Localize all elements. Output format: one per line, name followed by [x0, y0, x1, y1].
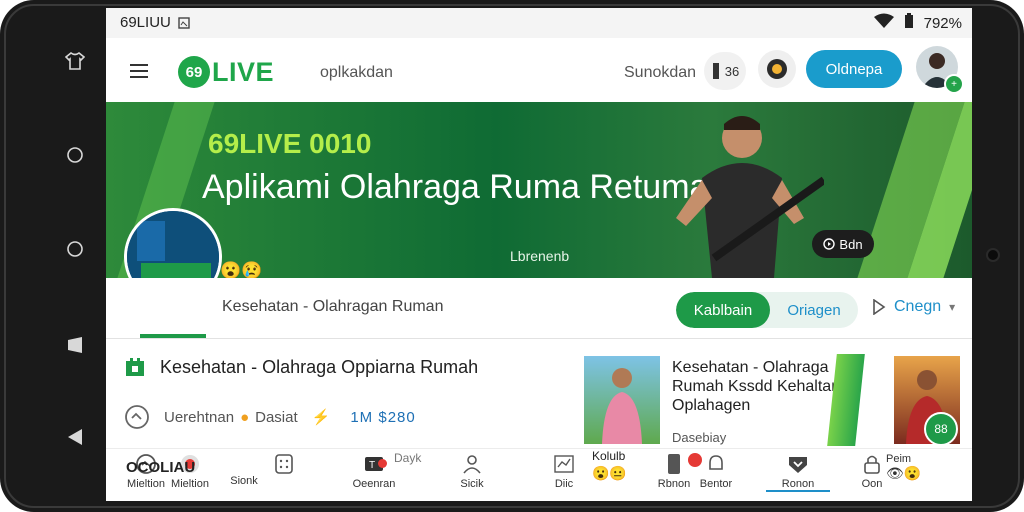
play-circle-icon — [823, 238, 836, 250]
search-link[interactable]: Sunokdan — [624, 64, 696, 82]
notification-dot — [378, 459, 387, 468]
video-card-2[interactable]: 88 — [894, 354, 964, 452]
square-icon[interactable] — [64, 334, 86, 356]
bottom-nav-label: Oeenran — [352, 478, 396, 490]
banner-kicker: 69LIVE 0010 — [208, 128, 372, 159]
tab-active[interactable]: Kablbain — [676, 292, 770, 328]
play-icon — [873, 299, 886, 315]
bottom-nav-label: Oon — [861, 478, 883, 490]
video-thumbnail — [584, 356, 660, 444]
app-screen: 69LIUU 792% 69 LIVE oplkakdan Sunokdan 3… — [106, 8, 972, 501]
channel-tabs: Kablbain Oriagen — [676, 292, 858, 328]
front-camera — [986, 248, 1000, 262]
bottom-nav: Mieltion Mieltion OCOLIAU Sionk T Oeenra… — [106, 448, 972, 501]
gift-icon — [767, 59, 787, 79]
bottom-left-label: OCOLIAU — [126, 459, 196, 476]
emoji-pair: 😮😐 — [592, 465, 627, 481]
coin-counter[interactable]: 36 — [704, 52, 746, 90]
status-time: 69LIUU — [120, 14, 171, 31]
card-badge: 88 — [924, 412, 958, 446]
shirt-icon[interactable] — [64, 50, 86, 72]
android-side-nav — [48, 40, 106, 480]
hero-banner[interactable]: 69LIVE 0010 Aplikami Olahraga Ruma Retum… — [106, 102, 972, 278]
bell-icon — [709, 455, 723, 470]
bike-icon: ⚡ — [311, 409, 331, 426]
bottom-nav-item[interactable]: Peim 👁😮 — [886, 453, 950, 482]
phone-frame: 69LIUU 792% 69 LIVE oplkakdan Sunokdan 3… — [0, 0, 1024, 512]
athlete-image — [676, 116, 824, 278]
logo-text: LIVE — [212, 56, 275, 87]
video-card[interactable]: Kesehatan - Olahraga Rumah Kssdd Kehalta… — [584, 354, 865, 452]
phone-icon — [668, 454, 680, 474]
banner-title: Aplikami Olahraga Ruma Retumal — [202, 168, 716, 206]
bottom-nav-item-active[interactable]: Ronon — [766, 453, 830, 492]
top-header: 69 LIVE oplkakdan Sunokdan 36 Oldnepa + — [106, 38, 972, 108]
stat-tag: Dasiat — [255, 408, 298, 426]
status-bar: 69LIUU 792% — [106, 8, 972, 38]
shield-icon — [789, 457, 807, 473]
channel-name: Kesehatan - Olahragan Ruman — [222, 298, 444, 315]
bottom-nav-label: Diic — [554, 478, 574, 490]
banner-play-pill[interactable]: Bdn — [812, 230, 874, 258]
battery-icon — [904, 13, 914, 33]
pin-icon: ● — [240, 408, 250, 426]
video-card-meta: Dasebiay — [672, 430, 727, 445]
coin-icon — [712, 63, 719, 79]
stats-row: Uerehtnan ● Dasiat ⚡ 1M $280 — [124, 404, 416, 430]
content-title: Kesehatan - Olahraga Oppiarna Rumah — [160, 356, 479, 377]
gift-button[interactable] — [758, 50, 796, 88]
grid-icon — [275, 454, 293, 474]
home-circle-icon[interactable] — [64, 238, 86, 260]
coin-count: 36 — [724, 63, 740, 79]
tab-inactive[interactable]: Oriagen — [770, 292, 858, 328]
day-label: Dayk — [394, 451, 422, 465]
bottom-nav-label: Sicik — [460, 478, 484, 490]
chart-icon — [554, 455, 574, 473]
bottom-nav-label: Bentor — [699, 478, 733, 490]
hamburger-menu-icon[interactable] — [130, 64, 148, 78]
online-badge: + — [944, 74, 964, 94]
logo-mark: 69 — [178, 56, 210, 88]
banner-subtitle: Lbrenenb — [510, 248, 570, 264]
back-icon[interactable] — [64, 426, 86, 448]
nav-link[interactable]: oplkakdan — [320, 64, 393, 82]
primary-action-button[interactable]: Oldnepa — [806, 50, 902, 88]
stat-label: Uerehtnan — [164, 408, 235, 426]
bottom-nav-item[interactable]: Bentor — [684, 453, 748, 490]
bottom-nav-label: Mieltion — [171, 478, 209, 490]
bottom-nav-item[interactable] — [252, 453, 316, 478]
misc-icon: 👁😮 — [886, 465, 922, 481]
bottom-nav-item[interactable]: Sicik — [440, 453, 504, 490]
bottom-nav-label: Peim — [886, 453, 912, 465]
content-title-row: Kesehatan - Olahraga Oppiarna Rumah — [124, 356, 478, 378]
battery-percent: 792% — [923, 14, 962, 32]
wifi-icon — [873, 13, 894, 33]
lock-icon — [864, 455, 880, 474]
banner-pill-label: Bdn — [839, 236, 863, 252]
play-link-label: Cnegn — [894, 298, 942, 315]
svg-text:T: T — [369, 460, 375, 471]
chevron-down-icon: ▾ — [949, 300, 956, 314]
app-logo[interactable]: 69 LIVE — [178, 52, 274, 92]
bottom-nav-label: Ronon — [781, 478, 815, 490]
tab-underline — [140, 334, 206, 338]
bottom-nav-item[interactable]: Diic — [532, 453, 596, 490]
like-icon[interactable] — [124, 404, 150, 430]
person-icon — [463, 455, 481, 474]
channel-row: Kesehatan - Olahragan Ruman Kablbain Ori… — [106, 278, 972, 339]
gallery-icon — [178, 16, 190, 34]
stat-value: 1M $280 — [350, 408, 416, 426]
calendar-icon — [126, 358, 144, 376]
left-tag: Kolulb — [592, 449, 626, 463]
play-link[interactable]: Cnegn ▾ — [872, 298, 955, 316]
recent-circle-icon[interactable] — [64, 144, 86, 166]
